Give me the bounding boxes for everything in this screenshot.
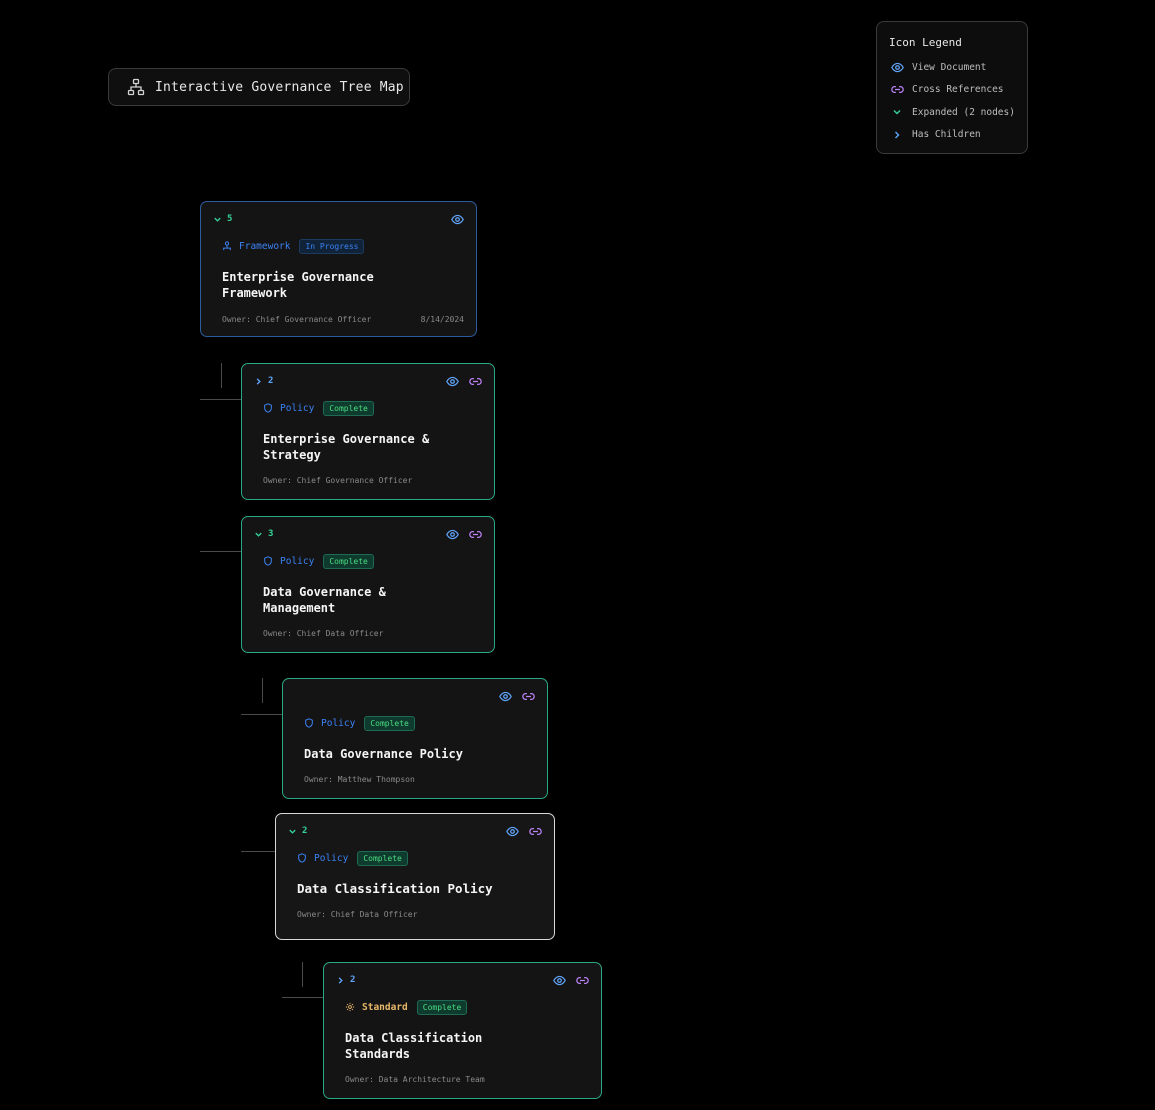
node-title: Data Governance Policy [304,747,463,761]
node-title: Enterprise Governance & Strategy [263,432,430,462]
node-type: Policy [304,718,355,729]
chevron-down-icon [255,532,262,537]
child-count: 2 [302,826,308,836]
expand-toggle[interactable]: 2 [288,826,307,836]
chevron-down-icon [289,829,296,834]
status-badge: In Progress [299,238,365,254]
legend-label: Cross References [912,84,1004,96]
shield-icon [264,403,272,413]
chevron-right-icon [256,377,261,385]
status-badge: Complete [323,400,374,416]
tree-node-data-governance-policy[interactable]: Policy Complete Data Governance Policy O… [282,678,548,799]
chevron-down-icon [889,105,905,119]
link-icon[interactable] [469,375,482,388]
link-icon [889,83,905,97]
status-badge: Complete [416,999,468,1015]
tree-connector [241,714,282,715]
node-title: Data Governance & Management [263,585,386,615]
tree-connector [221,363,222,388]
tree-connector [200,399,241,400]
legend-label: View Document [912,61,987,73]
node-title: Data Classification Policy [297,881,493,896]
tree-node-data-governance-management[interactable]: 3 Policy Complete Data Governance & Mana… [241,516,495,653]
tree-connector [302,962,303,987]
eye-icon[interactable] [499,690,512,703]
node-owner: Owner: Chief Governance Officer [263,476,413,485]
chevron-down-icon [214,217,221,222]
legend-item-view: View Document [889,56,1015,79]
tree-connector [241,851,276,852]
tree-connector [200,551,241,552]
expand-toggle[interactable]: 5 [213,214,232,224]
expand-toggle[interactable]: 2 [254,376,273,386]
icon-legend: Icon Legend View Document Cross Referenc… [876,21,1028,154]
expand-toggle[interactable]: 3 [254,529,273,539]
node-type: Policy [263,556,314,567]
eye-icon[interactable] [451,213,464,226]
node-date: 8/14/2024 [420,315,464,324]
legend-title: Icon Legend [889,36,962,49]
status-badge: Complete [323,553,374,569]
node-owner: Owner: Chief Governance Officer [222,315,372,324]
chevron-right-icon [889,128,905,142]
hierarchy-icon [127,78,145,96]
node-owner: Owner: Chief Data Officer [263,629,384,638]
child-count: 2 [268,376,274,386]
eye-icon[interactable] [553,974,566,987]
child-count: 5 [227,214,233,224]
link-icon[interactable] [529,825,542,838]
shield-icon [298,853,306,863]
legend-item-expanded: Expanded (2 nodes) [889,101,1015,124]
tree-connector [262,678,263,703]
child-count: 2 [350,975,356,985]
eye-icon[interactable] [446,528,459,541]
node-owner: Owner: Data Architecture Team [345,1075,485,1084]
chevron-right-icon [338,976,343,984]
child-count: 3 [268,529,274,539]
eye-icon [889,60,905,74]
link-icon[interactable] [522,690,535,703]
legend-label: Has Children [912,129,981,141]
legend-item-children: Has Children [889,124,1015,147]
page-title: Interactive Governance Tree Map [155,79,404,95]
expand-toggle[interactable]: 2 [336,975,355,985]
node-owner: Owner: Matthew Thompson [304,775,415,784]
node-owner: Owner: Chief Data Officer [297,910,418,919]
link-icon[interactable] [576,974,589,987]
tree-node-data-classification-policy[interactable]: 2 Policy Complete Data Classification Po… [275,813,555,940]
node-title: Data Classification Standards [345,1031,483,1061]
framework-icon [223,241,231,251]
tree-node-enterprise-governance-framework[interactable]: 5 Framework In Progress Enterprise Gover… [200,201,477,337]
status-badge: Complete [357,850,408,866]
tree-connector [282,997,324,998]
status-badge: Complete [364,715,415,731]
link-icon[interactable] [469,528,482,541]
gear-icon [345,1002,355,1012]
page-title-box: Interactive Governance Tree Map [108,68,410,106]
tree-node-enterprise-governance-strategy[interactable]: 2 Policy Complete Enterprise Governance … [241,363,495,500]
node-type: Framework [222,241,290,252]
node-title: Enterprise Governance Framework [222,270,374,300]
eye-icon[interactable] [506,825,519,838]
legend-label: Expanded (2 nodes) [912,106,1015,118]
node-type: Standard [345,1002,408,1013]
node-type: Policy [297,853,348,864]
tree-node-data-classification-standards[interactable]: 2 Standard Complete Data Classification … [323,962,602,1099]
node-type: Policy [263,403,314,414]
eye-icon[interactable] [446,375,459,388]
shield-icon [264,556,272,566]
shield-icon [305,718,313,728]
legend-item-crossref: Cross References [889,79,1015,102]
